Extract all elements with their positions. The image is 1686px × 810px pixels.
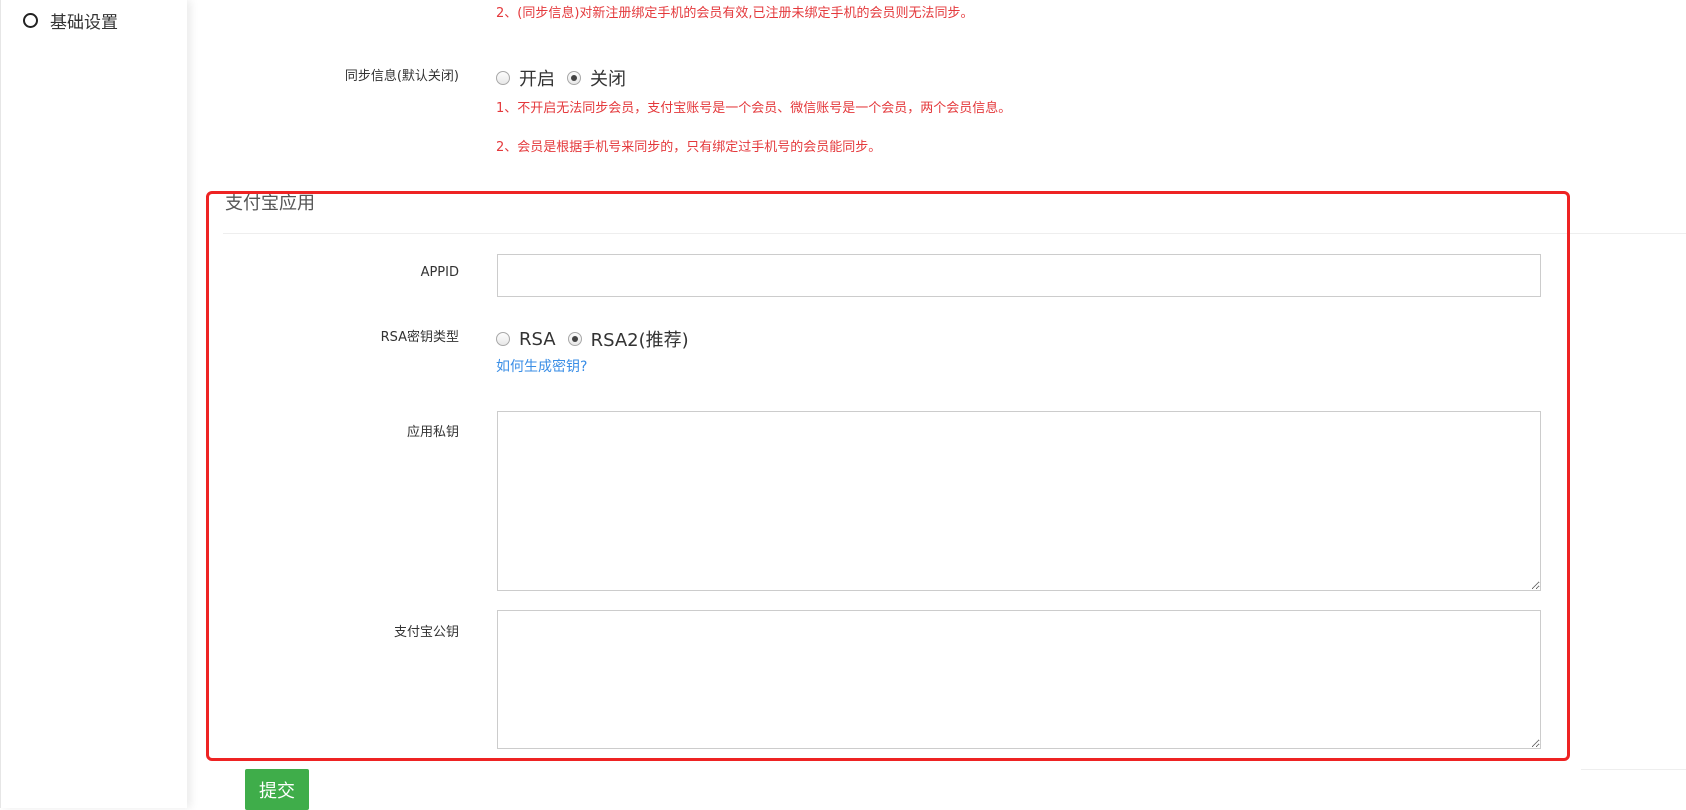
sidebar-item-label: 基础设置 — [50, 13, 118, 33]
private-key-textarea[interactable] — [497, 411, 1541, 591]
alipay-public-key-textarea[interactable] — [497, 610, 1541, 749]
appid-input[interactable] — [497, 254, 1541, 297]
sync-top-note: 2、(同步信息)对新注册绑定手机的会员有效,已注册未绑定手机的会员则无法同步。 — [496, 6, 974, 21]
main-content: 2、(同步信息)对新注册绑定手机的会员有效,已注册未绑定手机的会员则无法同步。 … — [187, 0, 1686, 810]
rsa2-option-label: RSA2(推荐) — [590, 330, 689, 351]
sidebar: 基础设置 — [0, 0, 187, 808]
appid-label: APPID — [420, 265, 459, 280]
section-title-alipay: 支付宝应用 — [225, 193, 315, 214]
rsa-radio-group: RSA RSA2(推荐) — [496, 326, 701, 352]
divider-line — [1581, 769, 1686, 770]
section-divider — [223, 233, 1686, 234]
sidebar-item-basic-settings[interactable]: 基础设置 — [23, 8, 118, 33]
sync-off-radio[interactable] — [567, 71, 581, 85]
sync-on-radio[interactable] — [496, 71, 510, 85]
private-key-label: 应用私钥 — [406, 425, 459, 440]
rsa2-radio[interactable] — [567, 332, 582, 346]
sync-note-1: 1、不开启无法同步会员，支付宝账号是一个会员、微信账号是一个会员，两个会员信息。 — [496, 101, 1012, 116]
public-key-label: 支付宝公钥 — [393, 625, 459, 640]
sync-off-label: 关闭 — [590, 69, 626, 90]
submit-button[interactable]: 提交 — [245, 769, 309, 810]
rsa-type-label: RSA密钥类型 — [380, 330, 459, 345]
sync-note-2: 2、会员是根据手机号来同步的，只有绑定过手机号的会员能同步。 — [496, 140, 882, 155]
how-to-generate-key-link[interactable]: 如何生成密钥? — [496, 356, 587, 376]
sync-radio-group: 开启 关闭 — [496, 65, 638, 91]
circle-icon — [23, 13, 38, 28]
rsa-option-label: RSA — [519, 328, 556, 350]
sync-on-label: 开启 — [519, 69, 555, 90]
sync-label: 同步信息(默认关闭) — [344, 69, 459, 84]
rsa-radio[interactable] — [496, 332, 510, 346]
